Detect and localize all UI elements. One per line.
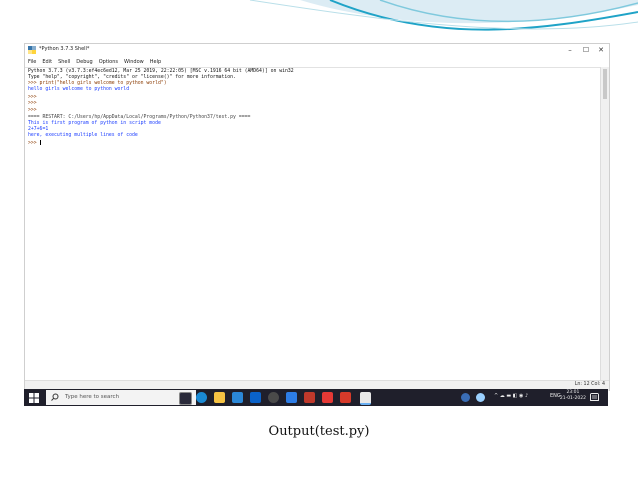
tray-app-icon[interactable] bbox=[461, 393, 470, 402]
tray-chevron-icon[interactable]: ^ ☁ ▬ ◧ ◉ ♪ bbox=[494, 393, 528, 399]
minimize-button[interactable]: – bbox=[563, 45, 577, 56]
menu-bar: File Edit Shell Debug Options Window Hel… bbox=[25, 58, 609, 67]
search-placeholder: Type here to search bbox=[65, 394, 120, 400]
idle-taskbar-icon[interactable] bbox=[360, 392, 371, 405]
task-view-icon[interactable] bbox=[179, 392, 192, 405]
weather-icon[interactable] bbox=[476, 393, 485, 402]
menu-edit[interactable]: Edit bbox=[42, 58, 52, 67]
close-button[interactable]: ✕ bbox=[594, 45, 608, 56]
shell-line: >>> bbox=[28, 108, 37, 113]
clock-date: 21-01-2022 bbox=[559, 396, 586, 401]
notification-icon[interactable] bbox=[590, 393, 599, 402]
shell-prompt-line[interactable]: >>> bbox=[28, 140, 41, 147]
maximize-button[interactable]: ☐ bbox=[579, 45, 593, 56]
python-icon bbox=[28, 46, 36, 54]
text-cursor bbox=[39, 140, 41, 145]
slide-caption: Output(test.py) bbox=[268, 424, 370, 439]
shell-line: hello girls welcome to python world bbox=[28, 87, 130, 92]
vertical-scrollbar[interactable] bbox=[600, 67, 609, 380]
menu-window[interactable]: Window bbox=[124, 58, 144, 67]
shell-line: here, executing multiple lines of code bbox=[28, 133, 138, 138]
shell-text-area[interactable]: Python 3.7.3 (v3.7.3:ef4ec6ed12, Mar 25 … bbox=[25, 67, 601, 381]
search-icon bbox=[51, 393, 59, 401]
media-icon[interactable] bbox=[268, 392, 279, 403]
prompt-text: >>> bbox=[28, 141, 40, 146]
menu-shell[interactable]: Shell bbox=[58, 58, 70, 67]
zoom-icon[interactable] bbox=[286, 392, 297, 403]
file-explorer-icon[interactable] bbox=[214, 392, 225, 403]
windows-start-icon[interactable] bbox=[29, 393, 39, 403]
powerpoint-icon[interactable] bbox=[340, 392, 351, 403]
scrollbar-thumb[interactable] bbox=[603, 69, 607, 99]
taskbar-search-box[interactable]: Type here to search bbox=[46, 390, 196, 405]
mail-icon[interactable] bbox=[232, 392, 243, 403]
clock[interactable]: 23:01 21-01-2022 bbox=[560, 390, 586, 402]
title-bar[interactable]: *Python 3.7.3 Shell* – ☐ ✕ bbox=[25, 44, 609, 58]
menu-help[interactable]: Help bbox=[150, 58, 161, 67]
edge-icon[interactable] bbox=[196, 392, 207, 403]
taskbar: Type here to search ^ ☁ ▬ ◧ ◉ ♪ ENG 23:0… bbox=[24, 389, 608, 406]
menu-debug[interactable]: Debug bbox=[76, 58, 92, 67]
menu-file[interactable]: File bbox=[28, 58, 36, 67]
menu-options[interactable]: Options bbox=[99, 58, 118, 67]
cursor-position: Ln: 12 Col: 4 bbox=[574, 382, 605, 387]
acrobat-icon[interactable] bbox=[322, 392, 333, 403]
window-title: *Python 3.7.3 Shell* bbox=[39, 46, 90, 52]
app-icon[interactable] bbox=[304, 392, 315, 403]
shell-line: >>> bbox=[28, 101, 37, 106]
idle-shell-window: *Python 3.7.3 Shell* – ☐ ✕ File Edit She… bbox=[24, 43, 610, 391]
dropbox-icon[interactable] bbox=[250, 392, 261, 403]
